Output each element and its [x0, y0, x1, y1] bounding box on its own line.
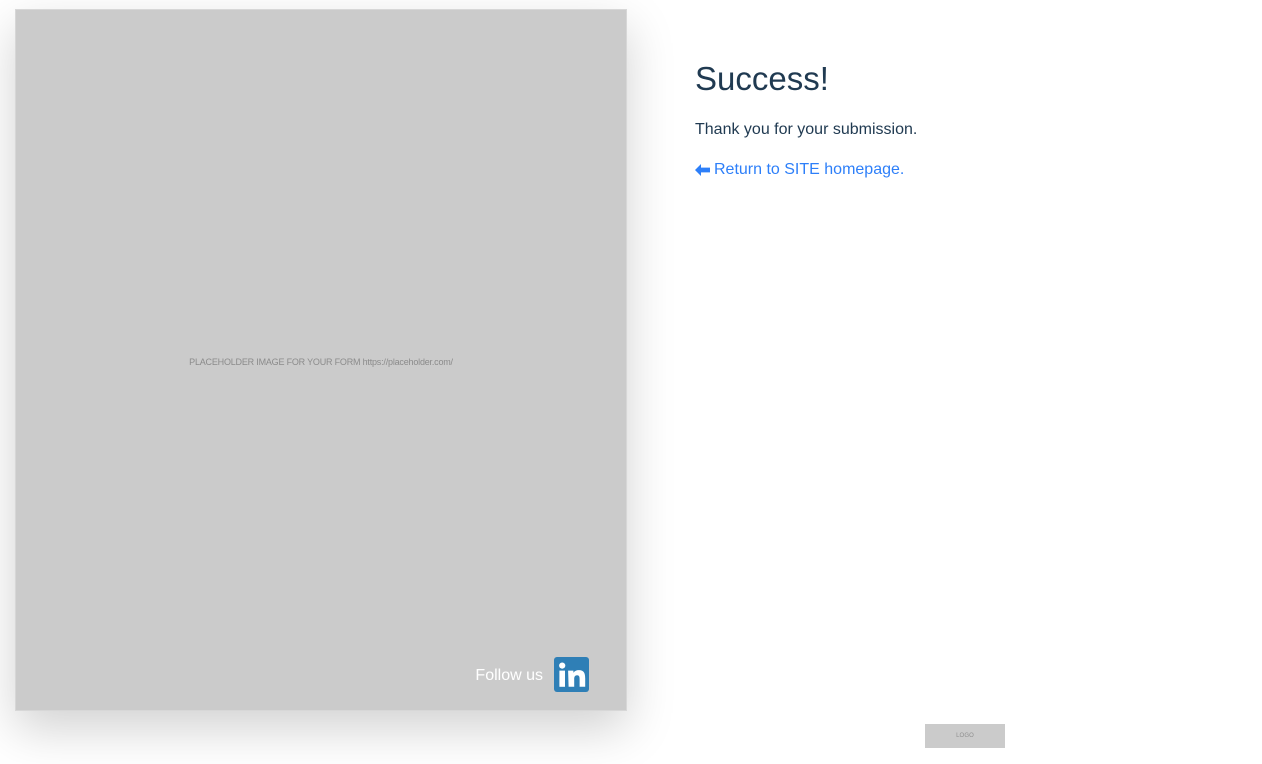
success-content: Success! Thank you for your submission. … — [695, 58, 1215, 181]
return-home-label: Return to SITE homepage. — [714, 161, 905, 178]
linkedin-icon-i — [559, 670, 565, 687]
logo-text: LOGO — [956, 733, 974, 739]
form-image-panel: PLACEHOLDER IMAGE FOR YOUR FORM https://… — [15, 9, 627, 711]
footer-logo: LOGO — [925, 724, 1005, 748]
follow-us-label: Follow us — [475, 666, 543, 684]
linkedin-icon[interactable] — [554, 657, 589, 692]
page-title: Success! — [695, 60, 829, 97]
social-follow: Follow us — [475, 657, 589, 692]
linkedin-icon-dot — [559, 662, 566, 669]
arrow-left-icon — [695, 164, 710, 176]
submission-message: Thank you for your submission. — [695, 121, 918, 138]
return-home-link[interactable]: Return to SITE homepage. — [695, 160, 904, 180]
success-page: PLACEHOLDER IMAGE FOR YOUR FORM https://… — [0, 0, 1262, 764]
placeholder-image-text: PLACEHOLDER IMAGE FOR YOUR FORM https://… — [189, 357, 453, 367]
